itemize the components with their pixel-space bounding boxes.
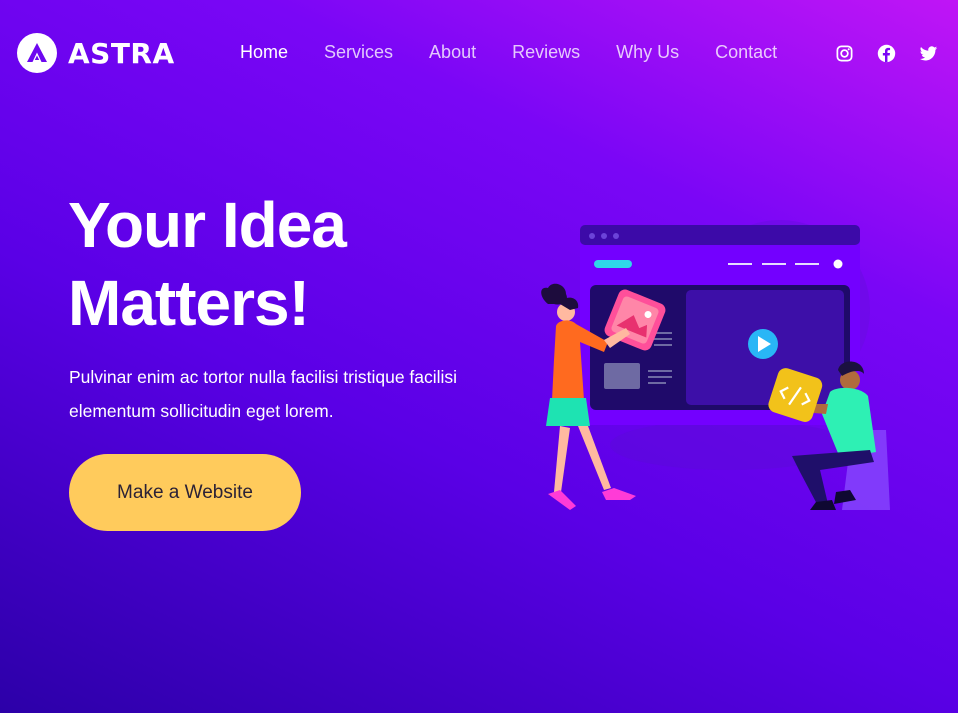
astra-logo-icon: [17, 33, 57, 73]
nav-reviews[interactable]: Reviews: [512, 42, 580, 63]
make-website-button[interactable]: Make a Website: [69, 454, 301, 531]
site-header: ASTRA Home Services About Reviews Why Us…: [0, 0, 958, 106]
headline-line-2: Matters!: [68, 267, 310, 339]
hero-illustration: [541, 220, 890, 510]
twitter-icon[interactable]: [919, 44, 938, 63]
instagram-icon[interactable]: [835, 44, 854, 63]
nav-services[interactable]: Services: [324, 42, 393, 63]
social-links: [835, 44, 938, 63]
hero-section: ASTRA Home Services About Reviews Why Us…: [0, 0, 958, 713]
hero-headline: Your Idea Matters!: [68, 186, 488, 342]
brand-name: ASTRA: [68, 36, 175, 70]
nav-about[interactable]: About: [429, 42, 476, 63]
nav-contact[interactable]: Contact: [715, 42, 777, 63]
site-logo[interactable]: ASTRA: [17, 33, 175, 73]
nav-home[interactable]: Home: [240, 42, 288, 63]
facebook-icon[interactable]: [877, 44, 896, 63]
headline-line-1: Your Idea: [68, 189, 347, 261]
hero-lead-text: Pulvinar enim ac tortor nulla facilisi t…: [69, 367, 458, 421]
main-nav: Home Services About Reviews Why Us Conta…: [240, 42, 813, 63]
nav-why-us[interactable]: Why Us: [616, 42, 679, 63]
